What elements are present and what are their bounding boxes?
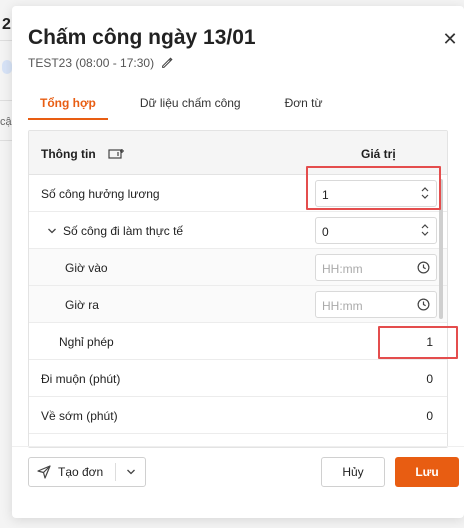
- table-row: Số công đi làm thực tế 0: [29, 212, 447, 249]
- header-info-cell: Thông tin: [41, 147, 124, 161]
- row-label: Giờ ra: [65, 298, 99, 312]
- check-out-time-input[interactable]: HH:mm: [315, 291, 437, 318]
- background-divider: [0, 40, 12, 41]
- tab-attendance-data[interactable]: Dữ liệu chấm công: [128, 94, 253, 120]
- create-request-button-group: Tạo đơn: [28, 457, 146, 487]
- row-label: Về sớm (phút): [41, 409, 118, 423]
- tab-summary[interactable]: Tổng hợp: [28, 94, 108, 120]
- background-divider: [0, 100, 12, 101]
- cancel-button[interactable]: Hủy: [321, 457, 385, 487]
- row-label: Đi muộn (phút): [41, 372, 121, 386]
- header-value: Giá trị: [361, 147, 396, 161]
- send-icon: [37, 465, 51, 479]
- tab-bar: Tổng hợp Dữ liệu chấm công Đơn từ: [28, 94, 444, 120]
- check-in-time-input[interactable]: HH:mm: [315, 254, 437, 281]
- table-row: Về sớm (phút) 0: [29, 397, 447, 434]
- tab-requests[interactable]: Đơn từ: [273, 94, 335, 120]
- row-label: Số công hưởng lương: [41, 187, 160, 201]
- chevron-down-icon[interactable]: [47, 226, 57, 236]
- pencil-icon[interactable]: [160, 56, 174, 70]
- row-label: Số công đi làm thực tế: [63, 224, 184, 238]
- modal-title: Chấm công ngày 13/01: [28, 26, 256, 49]
- stepper-arrows-icon[interactable]: [420, 222, 430, 238]
- highlight-box: [306, 166, 441, 210]
- row-label: Nghỉ phép: [59, 335, 114, 349]
- footer-divider: [12, 446, 464, 447]
- early-leave-value: 0: [426, 409, 433, 423]
- save-button[interactable]: Lưu: [395, 457, 459, 487]
- late-minutes-value: 0: [426, 372, 433, 386]
- create-request-button[interactable]: Tạo đơn: [29, 458, 115, 486]
- table-row: Đi muộn (phút) 0: [29, 360, 447, 397]
- table-row: Giờ vào HH:mm: [29, 249, 447, 286]
- add-column-icon[interactable]: [108, 148, 124, 160]
- shift-label: TEST23 (08:00 - 17:30): [28, 56, 155, 70]
- time-placeholder: HH:mm: [322, 299, 363, 313]
- clock-icon[interactable]: [417, 261, 430, 274]
- shift-info: TEST23 (08:00 - 17:30): [28, 56, 174, 70]
- row-label: Giờ vào: [65, 261, 108, 275]
- table-row: Giờ ra HH:mm: [29, 286, 447, 323]
- attendance-modal: Chấm công ngày 13/01 ✕ TEST23 (08:00 - 1…: [12, 6, 464, 518]
- actual-workdays-stepper[interactable]: 0: [315, 217, 437, 244]
- create-request-dropdown[interactable]: [116, 458, 145, 486]
- chevron-down-icon: [126, 469, 135, 475]
- create-request-label: Tạo đơn: [58, 465, 104, 479]
- background-divider: [0, 140, 12, 141]
- background-title-fragment: 2: [2, 16, 11, 33]
- row-label-group: Số công đi làm thực tế: [47, 224, 183, 238]
- background-badge: [2, 60, 12, 74]
- stepper-value: 0: [322, 225, 329, 239]
- close-icon[interactable]: ✕: [440, 30, 460, 50]
- header-info: Thông tin: [41, 147, 96, 161]
- clock-icon[interactable]: [417, 298, 430, 311]
- highlight-box: [378, 326, 458, 359]
- time-placeholder: HH:mm: [322, 262, 363, 276]
